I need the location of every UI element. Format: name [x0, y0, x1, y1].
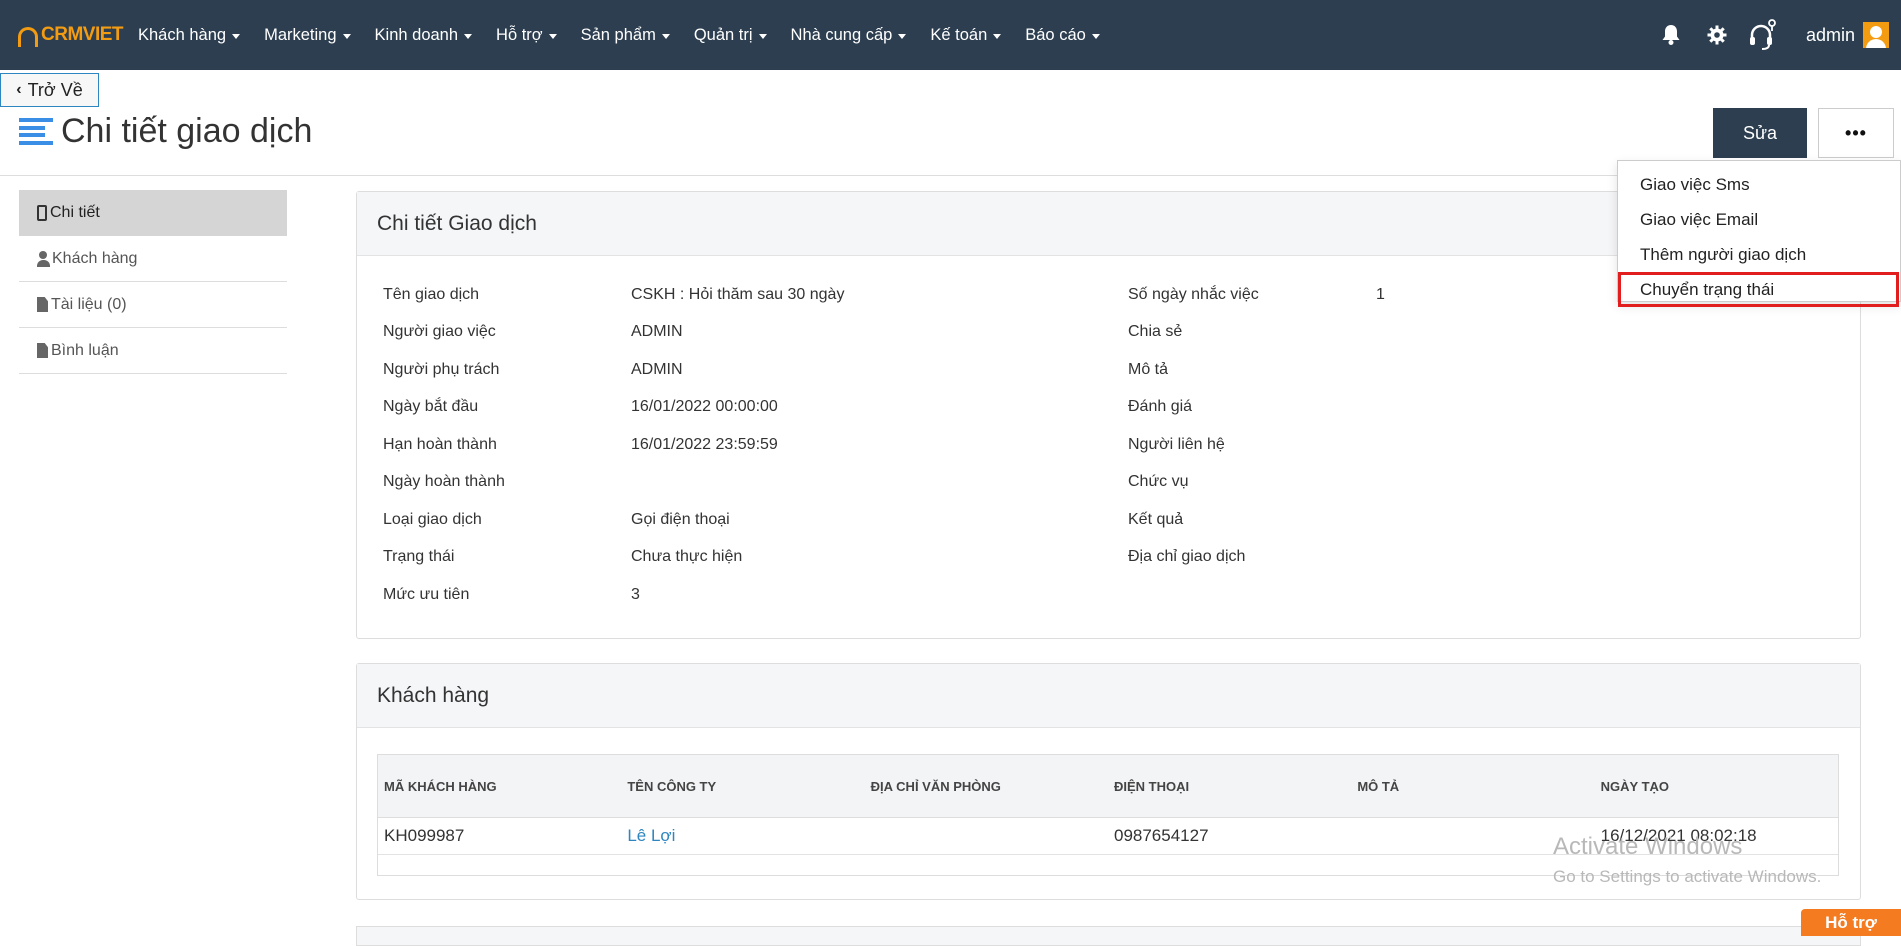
sidebar-item-label: Bình luận	[51, 341, 119, 359]
caret-down-icon	[1091, 33, 1100, 39]
field-value: 16/01/2022 00:00:00	[631, 398, 778, 415]
gear-icon[interactable]	[1694, 0, 1740, 70]
field-value: CSKH : Hỏi thăm sau 30 ngày	[631, 286, 845, 303]
headset-icon[interactable]	[1740, 0, 1786, 70]
menu-ho-tro[interactable]: Hỗ trợ	[484, 0, 569, 70]
field-label: Người phụ trách	[383, 361, 500, 378]
back-button[interactable]: ‹ Trở Về	[0, 73, 99, 107]
sidebar-item-customers[interactable]: Khách hàng	[19, 236, 287, 282]
user-icon	[37, 250, 50, 267]
column-header[interactable]: MÔ TẢ	[1351, 779, 1594, 794]
windows-activation-watermark: Activate Windows Go to Settings to activ…	[1553, 833, 1821, 887]
sidebar-item-label: Tài liệu (0)	[51, 295, 127, 313]
caret-down-icon	[464, 33, 473, 39]
caret-down-icon	[232, 33, 241, 39]
table-cell: KH099987	[384, 826, 465, 845]
field-label: Loại giao dịch	[383, 511, 482, 528]
next-panel	[356, 926, 1861, 946]
edit-button[interactable]: Sửa	[1713, 108, 1807, 158]
menu-nha-cung-cap[interactable]: Nhà cung cấp	[779, 0, 919, 70]
page-title: Chi tiết giao dịch	[61, 112, 313, 150]
field-label: Ngày bắt đầu	[383, 398, 479, 415]
menu-bao-cao[interactable]: Báo cáo	[1013, 0, 1112, 70]
caret-down-icon	[661, 33, 670, 39]
field-label: Tên giao dịch	[383, 286, 480, 303]
field-label: Trạng thái	[383, 548, 455, 565]
column-header[interactable]: TÊN CÔNG TY	[621, 779, 864, 794]
column-header[interactable]: MÃ KHÁCH HÀNG	[378, 779, 621, 794]
menu-item-assign-sms[interactable]: Giao việc Sms	[1618, 167, 1900, 202]
nav-right: admin	[1648, 0, 1901, 70]
sidebar-item-documents[interactable]: Tài liệu (0)	[19, 282, 287, 328]
caret-down-icon	[342, 33, 351, 39]
divider	[0, 175, 1901, 176]
column-header[interactable]: ĐIỆN THOẠI	[1108, 779, 1351, 794]
menu-khach-hang[interactable]: Khách hàng	[126, 0, 252, 70]
sidebar-item-details[interactable]: Chi tiết	[19, 190, 287, 236]
main-menu: Khách hàng Marketing Kinh doanh Hỗ trợ S…	[126, 0, 1112, 70]
field-label: Chức vụ	[1128, 473, 1189, 490]
menu-item-assign-email[interactable]: Giao việc Email	[1618, 202, 1900, 237]
user-name[interactable]: admin	[1806, 25, 1855, 46]
list-icon	[19, 118, 53, 145]
table-cell: 0987654127	[1113, 826, 1209, 845]
field-label: Người giao việc	[383, 323, 496, 340]
field-value: ADMIN	[631, 323, 683, 340]
caret-down-icon	[758, 33, 767, 39]
watermark-subtitle: Go to Settings to activate Windows.	[1553, 867, 1822, 886]
file-icon	[37, 297, 48, 312]
sidebar-item-comments[interactable]: Bình luận	[19, 328, 287, 374]
caret-down-icon	[993, 33, 1002, 39]
panel-title: Khách hàng	[357, 664, 1860, 728]
more-options-dropdown: Giao việc Sms Giao việc Email Thêm người…	[1617, 160, 1901, 307]
support-button[interactable]: Hỗ trợ	[1801, 909, 1901, 936]
column-header[interactable]: ĐỊA CHỈ VĂN PHÒNG	[865, 779, 1108, 794]
company-link[interactable]: Lê Lợi	[621, 826, 864, 846]
menu-item-change-status[interactable]: Chuyển trạng thái	[1618, 272, 1899, 307]
menu-quan-tri[interactable]: Quản trị	[682, 0, 779, 70]
mobile-icon	[37, 205, 47, 221]
menu-kinh-doanh[interactable]: Kinh doanh	[363, 0, 485, 70]
field-label: Chia sẻ	[1128, 323, 1183, 340]
field-value: 16/01/2022 23:59:59	[631, 436, 778, 453]
bell-icon[interactable]	[1648, 0, 1694, 70]
field-label: Người liên hệ	[1128, 436, 1225, 453]
field-value: Chưa thực hiện	[631, 548, 743, 565]
logo-icon	[18, 27, 38, 47]
field-label: Hạn hoàn thành	[383, 436, 497, 453]
caret-down-icon	[898, 33, 907, 39]
back-button-label: Trở Về	[27, 79, 83, 100]
more-options-button[interactable]: •••	[1818, 108, 1894, 158]
field-label: Ngày hoàn thành	[383, 473, 505, 490]
field-label: Mức ưu tiên	[383, 586, 470, 603]
menu-marketing[interactable]: Marketing	[252, 0, 362, 70]
sidebar-item-label: Chi tiết	[50, 204, 100, 221]
page-header: Chi tiết giao dịch	[19, 112, 312, 151]
detail-sidebar: Chi tiết Khách hàng Tài liệu (0) Bình lu…	[19, 190, 287, 374]
top-navbar: CRMVIET Khách hàng Marketing Kinh doanh …	[0, 0, 1901, 70]
field-value: ADMIN	[631, 361, 683, 378]
sidebar-item-label: Khách hàng	[52, 249, 138, 267]
menu-ke-toan[interactable]: Kế toán	[918, 0, 1013, 70]
field-label: Đánh giá	[1128, 398, 1193, 415]
field-value: 1	[1376, 286, 1385, 303]
column-header[interactable]: NGÀY TẠO	[1595, 779, 1838, 794]
caret-down-icon	[548, 33, 557, 39]
field-label: Mô tả	[1128, 361, 1169, 378]
field-label: Số ngày nhắc việc	[1128, 286, 1259, 303]
file-icon	[37, 343, 48, 358]
field-value: Gọi điện thoại	[631, 511, 730, 528]
avatar[interactable]	[1863, 22, 1889, 48]
menu-item-add-participant[interactable]: Thêm người giao dịch	[1618, 237, 1900, 272]
chevron-left-icon: ‹	[16, 81, 22, 98]
field-label: Kết quả	[1128, 511, 1184, 528]
table-header: MÃ KHÁCH HÀNG TÊN CÔNG TY ĐỊA CHỈ VĂN PH…	[378, 755, 1838, 818]
field-value: 3	[631, 586, 640, 603]
menu-san-pham[interactable]: Sản phẩm	[569, 0, 682, 70]
crmviet-logo[interactable]: CRMVIET	[18, 24, 126, 47]
watermark-title: Activate Windows	[1553, 833, 1743, 860]
logo-text: CRMVIET	[41, 24, 124, 45]
field-label: Địa chỉ giao dịch	[1128, 548, 1246, 565]
